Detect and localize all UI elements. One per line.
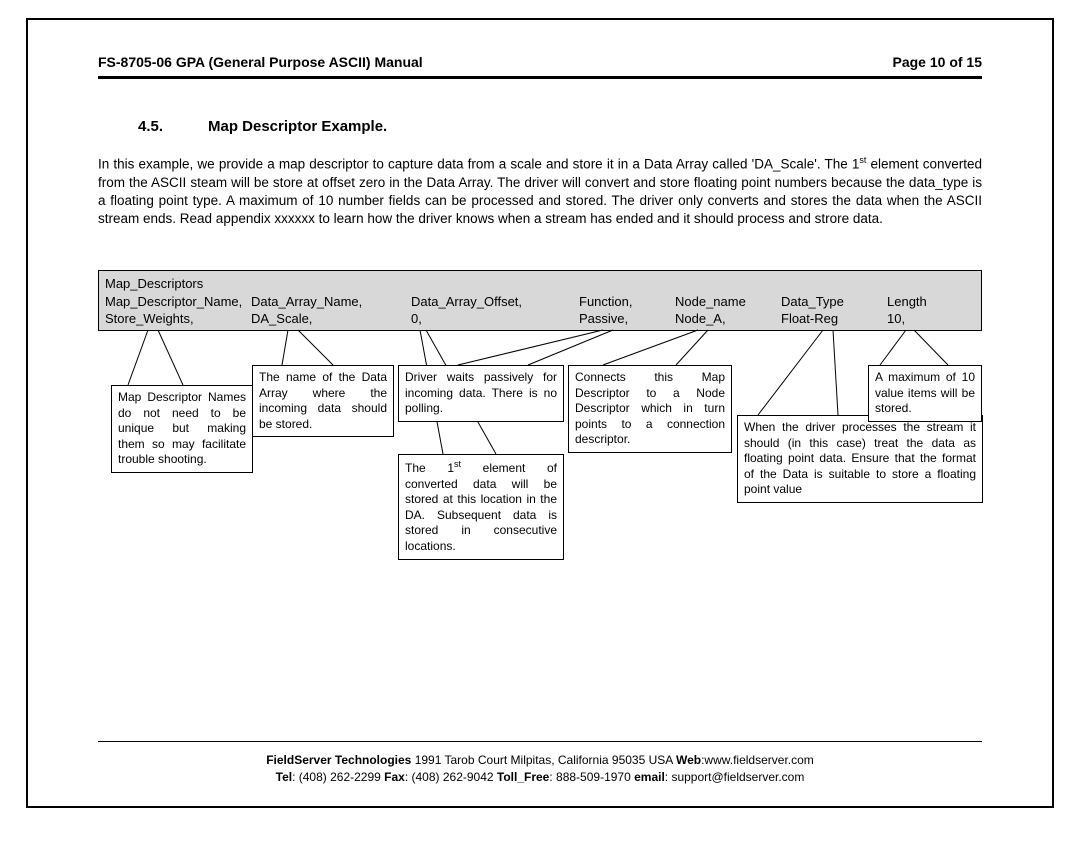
col-function: Function, — [579, 293, 675, 311]
footer-rule — [98, 741, 982, 742]
val-data-array-name: DA_Scale, — [251, 310, 411, 328]
col-map-descriptor-name: Map_Descriptor_Name, — [105, 293, 251, 311]
page-frame: FS-8705-06 GPA (General Purpose ASCII) M… — [26, 18, 1054, 808]
callout-map-descriptor-name: Map Descriptor Names do not need to be u… — [111, 385, 253, 473]
callout-function: Driver waits passively for incoming data… — [398, 365, 564, 422]
footer-tollfree-label: Toll_Free — [497, 770, 549, 784]
col-data-array-name: Data_Array_Name, — [251, 293, 411, 311]
col-node-name: Node_name — [675, 293, 781, 311]
footer-company: FieldServer Technologies — [266, 753, 411, 767]
section-number: 4.5. — [138, 118, 163, 135]
footer-line-2: Tel: (408) 262-2299 Fax: (408) 262-9042 … — [98, 769, 982, 786]
callout-length: A maximum of 10 value items will be stor… — [868, 365, 982, 422]
footer-email-label: email — [634, 770, 665, 784]
col-data-type: Data_Type — [781, 293, 887, 311]
val-function: Passive, — [579, 310, 675, 328]
table-heading: Map_Descriptors — [105, 275, 975, 293]
val-node-name: Node_A, — [675, 310, 781, 328]
callout-data-array-name: The name of the Data Array where the inc… — [252, 365, 394, 437]
callout-node-name: Connects this Map Descriptor to a Node D… — [568, 365, 732, 453]
col-length: Length — [887, 293, 957, 311]
val-data-array-offset: 0, — [411, 310, 579, 328]
footer-fax-label: Fax — [384, 770, 405, 784]
table-header-row: Map_Descriptor_Name, Data_Array_Name, Da… — [105, 293, 975, 311]
footer-tel-label: Tel — [276, 770, 292, 784]
body-paragraph: In this example, we provide a map descri… — [98, 154, 982, 228]
val-map-descriptor-name: Store_Weights, — [105, 310, 251, 328]
col-data-array-offset: Data_Array_Offset, — [411, 293, 579, 311]
page-header: FS-8705-06 GPA (General Purpose ASCII) M… — [98, 54, 982, 70]
footer-web-label: Web — [676, 753, 701, 767]
footer-tollfree: : 888-509-1970 — [549, 770, 634, 784]
footer-email: : support@fieldserver.com — [665, 770, 805, 784]
body-p1a: In this example, we provide a map descri… — [98, 157, 859, 172]
footer-web: :www.fieldserver.com — [701, 753, 814, 767]
footer-addr: 1991 Tarob Court Milpitas, California 95… — [411, 753, 676, 767]
callout-data-array-offset: The 1st element of converted data will b… — [398, 454, 564, 560]
callout-data-type: When the driver processes the stream it … — [737, 415, 983, 503]
page-footer: FieldServer Technologies 1991 Tarob Cour… — [98, 752, 982, 786]
table-row: Store_Weights, DA_Scale, 0, Passive, Nod… — [105, 310, 975, 328]
footer-line-1: FieldServer Technologies 1991 Tarob Cour… — [98, 752, 982, 769]
c4sup: st — [454, 459, 461, 469]
val-length: 10, — [887, 310, 957, 328]
footer-tel: : (408) 262-2299 — [292, 770, 384, 784]
header-left: FS-8705-06 GPA (General Purpose ASCII) M… — [98, 54, 423, 70]
map-descriptors-table: Map_Descriptors Map_Descriptor_Name, Dat… — [98, 270, 982, 331]
val-data-type: Float-Reg — [781, 310, 887, 328]
header-rule — [98, 76, 982, 79]
footer-fax: : (408) 262-9042 — [405, 770, 497, 784]
c4a: The 1 — [405, 461, 454, 475]
section-title: Map Descriptor Example. — [208, 118, 387, 135]
header-right: Page 10 of 15 — [893, 54, 983, 70]
